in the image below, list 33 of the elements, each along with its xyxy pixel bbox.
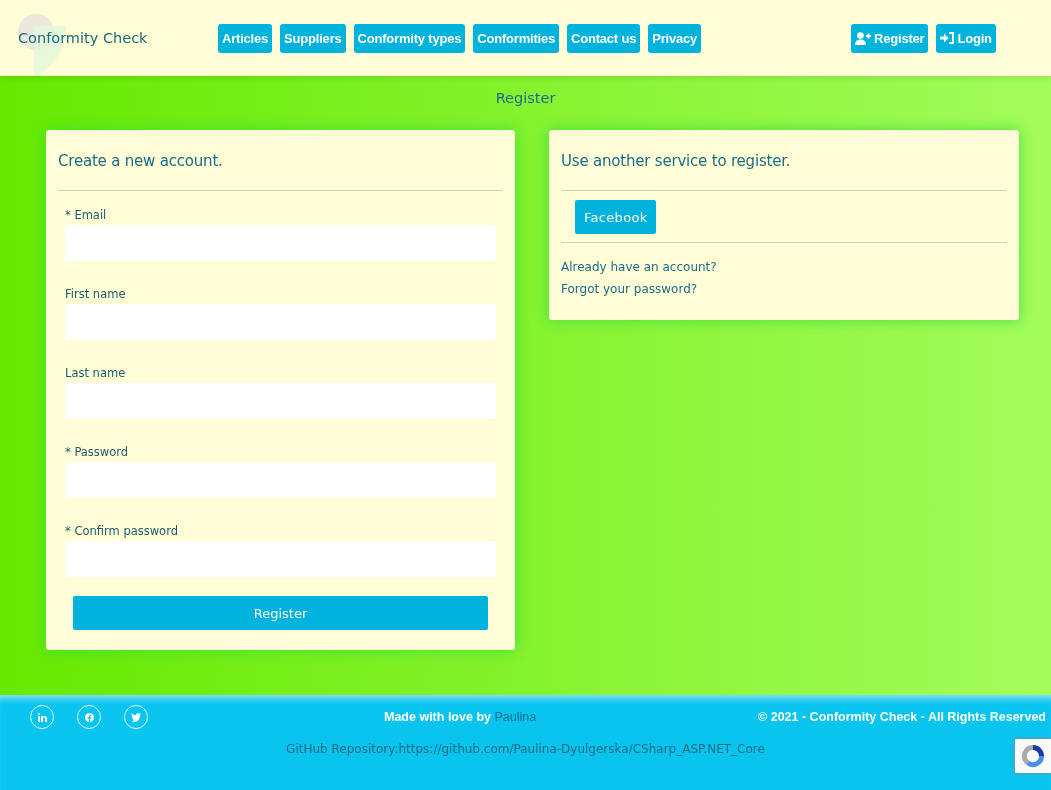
text-link[interactable]: Forgot your password?: [561, 282, 1007, 296]
field-label: First name: [65, 287, 127, 301]
page-title: Register: [494, 90, 557, 106]
register-button[interactable]: Register: [73, 596, 488, 630]
nav-link[interactable]: Conformity types: [353, 23, 466, 53]
input-field[interactable]: [65, 462, 496, 498]
input-field[interactable]: [65, 383, 496, 419]
text-link[interactable]: Already have an account?: [561, 260, 1007, 274]
author-link[interactable]: Paulina: [494, 710, 537, 724]
field-label: Last name: [65, 366, 127, 380]
input-field[interactable]: [65, 304, 496, 340]
nav-link[interactable]: Suppliers: [280, 23, 346, 53]
credit-text: Made with love by Paulina: [384, 710, 537, 724]
field-label: * Email: [65, 208, 108, 222]
facebook-button[interactable]: Facebook: [575, 200, 657, 234]
nav-link[interactable]: Register: [851, 23, 929, 53]
recaptcha-icon: [1015, 739, 1051, 773]
nav-link[interactable]: Privacy: [648, 23, 702, 53]
nav-link[interactable]: Login: [936, 23, 996, 53]
nav-link[interactable]: Articles: [218, 23, 273, 53]
sign-in-icon: [940, 32, 955, 44]
input-field[interactable]: [65, 225, 496, 261]
field-label: * Password: [65, 445, 130, 459]
field-label: * Confirm password: [65, 524, 179, 538]
brand-link[interactable]: Conformity Check: [18, 30, 148, 46]
nav-link[interactable]: Contact us: [567, 23, 641, 53]
nav-link[interactable]: Conformities: [473, 23, 559, 53]
input-field[interactable]: [65, 541, 496, 577]
card-heading: Use another service to register.: [561, 152, 792, 170]
copyright-text: © 2021 - Conformity Check - All Rights Reserved: [758, 710, 1046, 724]
repository-link[interactable]: GitHub Repository:https://github.com/Paulina-Dyulgerska/CSharp_ASP.NET_Core: [286, 742, 765, 756]
user-plus-icon: [855, 31, 872, 45]
card-heading: Create a new account.: [58, 152, 224, 170]
